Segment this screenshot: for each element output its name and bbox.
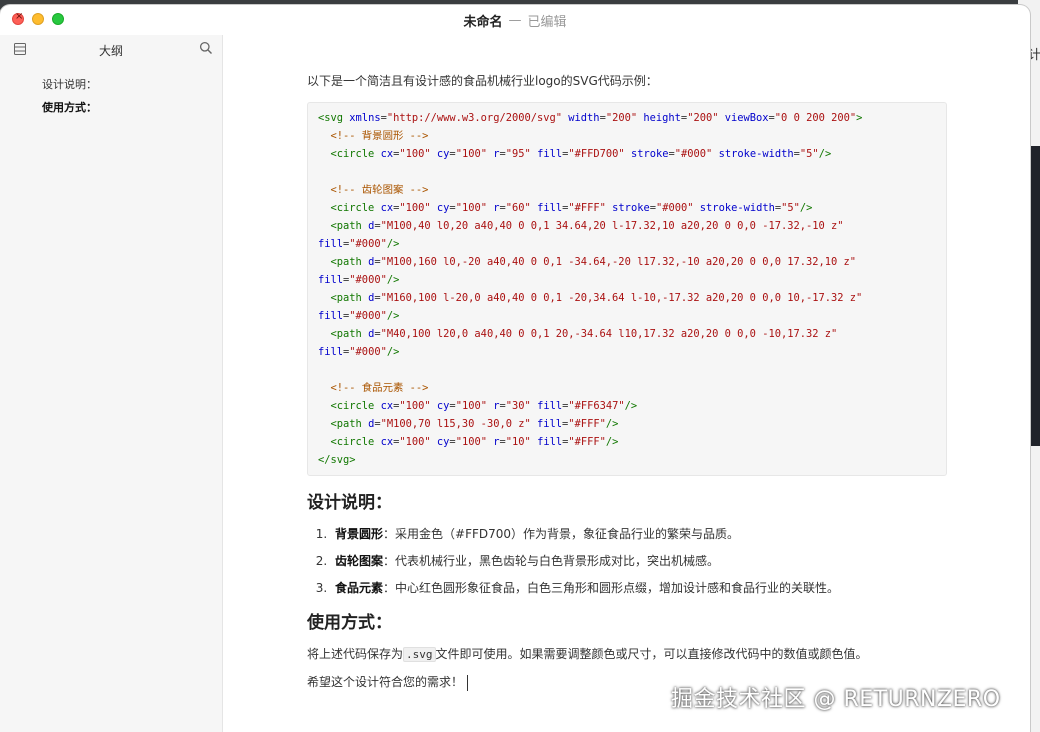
code-line: fill="#000"/> [318, 346, 400, 358]
code-line: <path d="M100,40 l0,20 a40,40 0 0,1 34.6… [330, 220, 844, 232]
code-line: <circle cx="100" cy="100" r="30" fill="#… [330, 400, 638, 412]
outline-list: 设计说明： 使用方式： [0, 73, 222, 119]
usage-paragraph: 将上述代码保存为 .svg 文件即可使用。如果需要调整颜色或尺寸，可以直接修改代码中… [307, 646, 947, 663]
title-separator: — [508, 12, 522, 28]
list-item-term: 齿轮图案 [335, 554, 384, 568]
maximize-window-button[interactable] [52, 13, 64, 25]
code-line: <!-- 食品元素 --> [330, 382, 429, 394]
code-line: <!-- 背景圆形 --> [330, 130, 429, 142]
code-line: <circle cx="100" cy="100" r="10" fill="#… [330, 436, 619, 448]
list-item: 齿轮图案：代表机械行业，黑色齿轮与白色背景形成对比，突出机械感。 [331, 553, 947, 569]
list-item: 食品元素：中心红色圆形象征食品，白色三角形和圆形点缀，增加设计感和食品行业的关联… [331, 580, 947, 596]
sidebar-header: 大纲 [0, 35, 222, 65]
intro-paragraph: 以下是一个简洁且有设计感的食品机械行业logo的SVG代码示例： [307, 74, 658, 88]
code-line: <circle cx="100" cy="100" r="95" fill="#… [330, 148, 832, 160]
window-controls [12, 11, 64, 25]
sidebar-title: 大纲 [98, 43, 123, 58]
code-line: <path d="M40,100 l20,0 a40,40 0 0,1 20,-… [330, 328, 838, 340]
list-item-desc: 采用金色（#FFD700）作为背景，象征食品行业的繁荣与品质。 [395, 527, 740, 541]
code-block[interactable]: <svg xmlns="http://www.w3.org/2000/svg" … [307, 102, 947, 476]
document-body: 以下是一个简洁且有设计感的食品机械行业logo的SVG代码示例： <svg xm… [307, 73, 947, 702]
document-editor[interactable]: 以下是一个简洁且有设计感的食品机械行业logo的SVG代码示例： <svg xm… [223, 35, 1030, 732]
list-item-term: 背景圆形 [335, 527, 384, 541]
close-window-button[interactable] [12, 11, 24, 25]
minimize-window-button[interactable] [32, 13, 44, 25]
watermark: 掘金技术社区 @ RETURNZERO [671, 687, 1001, 712]
outline-item-design[interactable]: 设计说明： [0, 73, 222, 96]
inline-code: .svg [403, 647, 436, 662]
code-line: <svg xmlns="http://www.w3.org/2000/svg" … [318, 112, 863, 124]
code-line: fill="#000"/> [318, 238, 400, 250]
design-heading: 设计说明： [307, 493, 392, 513]
code-line: <path d="M100,70 l15,30 -30,0 z" fill="#… [330, 418, 619, 430]
outline-item-usage[interactable]: 使用方式： [0, 96, 222, 119]
code-line: <path d="M100,160 l0,-20 a40,40 0 0,1 -3… [330, 256, 857, 268]
code-line: <circle cx="100" cy="100" r="60" fill="#… [330, 202, 813, 214]
edited-status: 已编辑 [527, 14, 567, 30]
code-line: fill="#000"/> [318, 310, 400, 322]
search-icon[interactable] [199, 41, 213, 55]
outline-sidebar: 大纲 设计说明： 使用方式： [0, 35, 223, 732]
usage-text-before: 将上述代码保存为 [307, 647, 404, 661]
code-line: </svg> [318, 454, 356, 466]
list-item-colon: ： [383, 554, 396, 568]
design-list: 背景圆形：采用金色（#FFD700）作为背景，象征食品行业的繁荣与品质。 齿轮图… [307, 526, 947, 596]
usage-heading: 使用方式： [307, 613, 392, 633]
list-item-desc: 代表机械行业，黑色齿轮与白色背景形成对比，突出机械感。 [395, 554, 720, 568]
list-item: 背景圆形：采用金色（#FFD700）作为背景，象征食品行业的繁荣与品质。 [331, 526, 947, 542]
text-cursor [467, 674, 469, 691]
editor-window: 未命名 — 已编辑 大纲 设计说明： 使用方式： 以下是一个简洁且有设计感的食品… [0, 5, 1030, 732]
code-line: <!-- 齿轮图案 --> [330, 184, 429, 196]
list-item-term: 食品元素 [335, 581, 384, 595]
code-line: <path d="M160,100 l-20,0 a40,40 0 0,1 -2… [330, 292, 863, 304]
list-item-colon: ： [383, 527, 396, 541]
list-item-desc: 中心红色圆形象征食品，白色三角形和圆形点缀，增加设计感和食品行业的关联性。 [395, 581, 840, 595]
title-bar: 未命名 — 已编辑 [0, 5, 1030, 35]
sidebar-toggle-icon[interactable] [14, 43, 26, 55]
code-line: fill="#000"/> [318, 274, 400, 286]
window-title: 未命名 [463, 14, 503, 30]
closing-text: 希望这个设计符合您的需求！ [307, 675, 464, 689]
list-item-colon: ： [383, 581, 396, 595]
usage-text-after: 文件即可使用。如果需要调整颜色或尺寸，可以直接修改代码中的数值或颜色值。 [435, 647, 868, 661]
